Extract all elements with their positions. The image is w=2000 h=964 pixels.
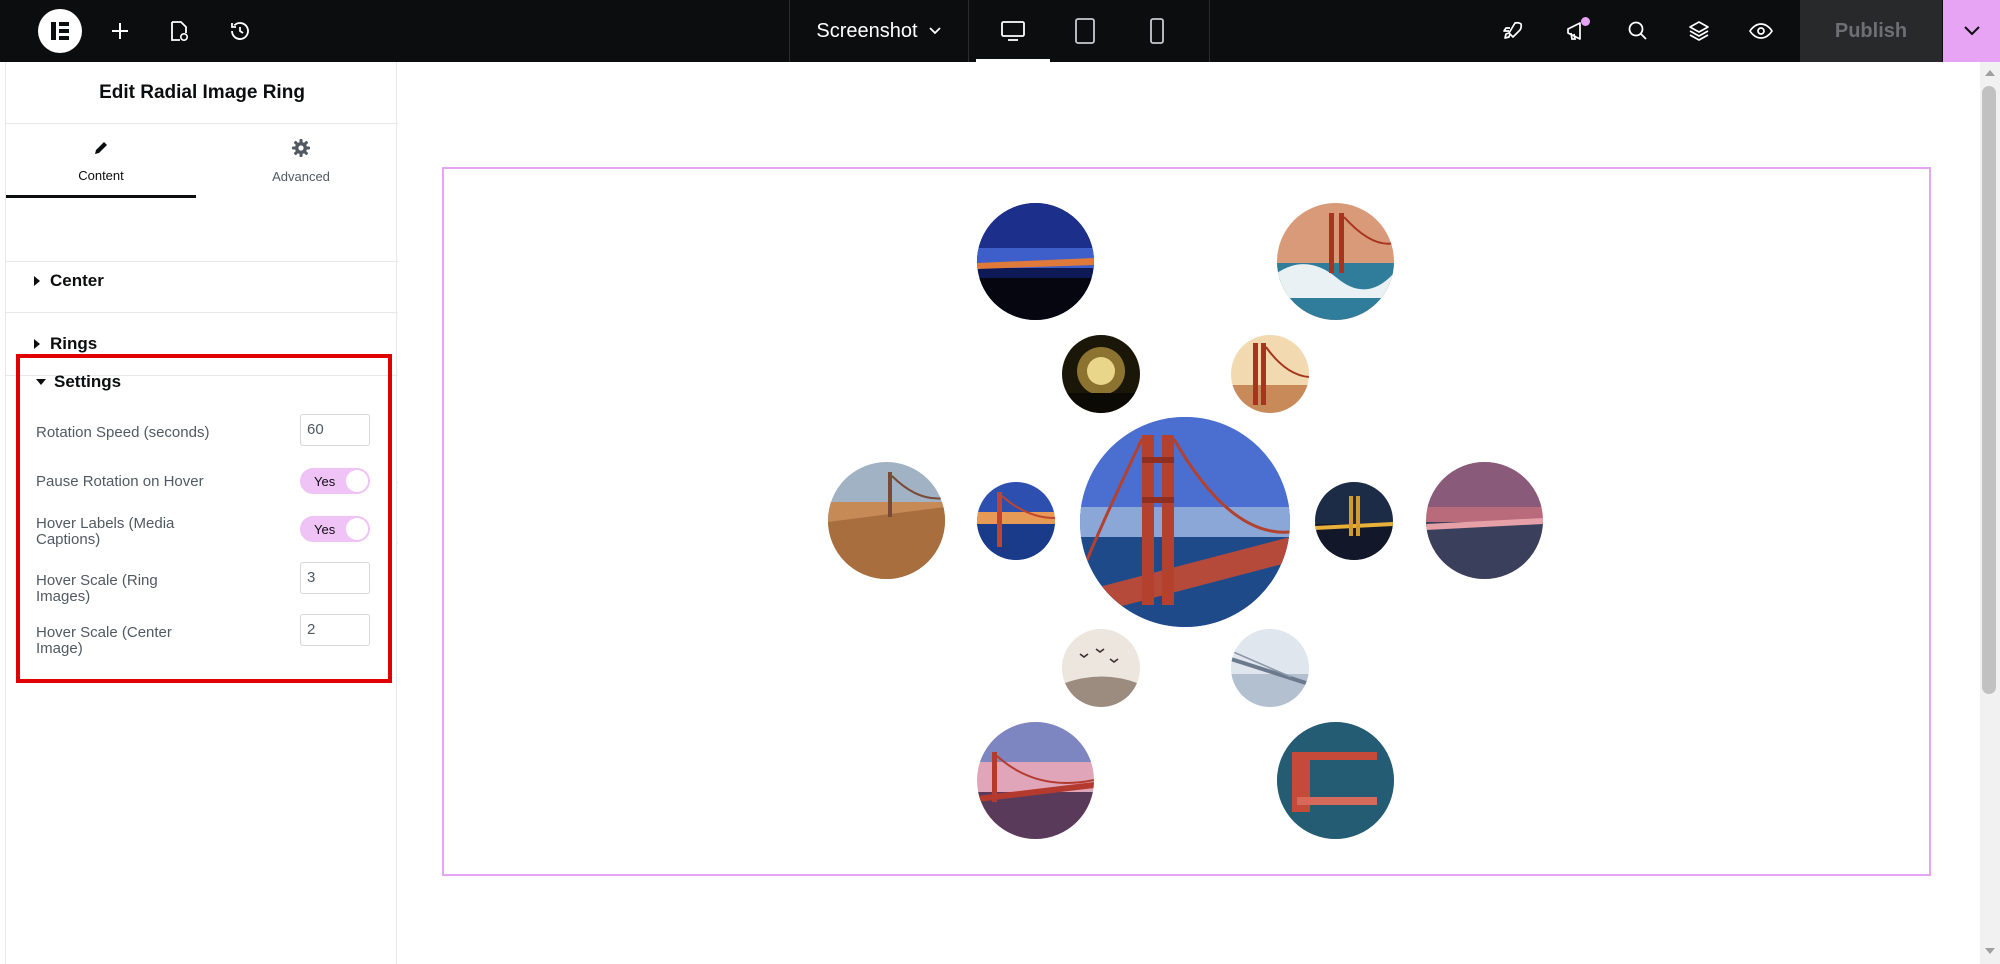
toggle-knob <box>346 518 368 540</box>
section-settings: Settings Rotation Speed (seconds) 60 Pau… <box>16 354 392 683</box>
hover-scale-ring-input[interactable]: 3 <box>300 562 370 594</box>
scrollbar-thumb[interactable] <box>1982 86 1996 694</box>
section-settings-label: Settings <box>54 372 122 391</box>
scroll-up-arrow-icon[interactable] <box>1985 70 1995 76</box>
tab-advanced-label: Advanced <box>272 169 330 184</box>
caret-down-icon <box>36 379 46 385</box>
mobile-icon[interactable] <box>1120 0 1194 62</box>
ring-image-pink-fog[interactable] <box>1426 462 1543 579</box>
editor-panel: Edit Radial Image Ring Content Advanced … <box>5 62 398 964</box>
device-switcher <box>970 0 1210 62</box>
page-settings-icon[interactable] <box>159 11 199 51</box>
rocket-icon[interactable] <box>1493 11 1533 51</box>
panel-tabs: Content Advanced <box>6 124 398 262</box>
ring-image-fog-bridge[interactable] <box>1231 629 1309 707</box>
megaphone-icon[interactable] <box>1556 11 1596 51</box>
panel-title: Edit Radial Image Ring <box>6 62 398 124</box>
pencil-icon <box>92 139 110 160</box>
section-center-label: Center <box>50 271 104 290</box>
ring-image-bridge-sunset[interactable] <box>977 482 1055 560</box>
ring-image-bridge-waves[interactable] <box>1277 203 1394 320</box>
publish-button[interactable]: Publish <box>1800 0 1942 62</box>
ring-image-night-city[interactable] <box>977 203 1094 320</box>
caret-right-icon <box>34 339 40 349</box>
notification-dot <box>1581 17 1590 26</box>
tab-advanced[interactable]: Advanced <box>206 124 396 198</box>
search-icon[interactable] <box>1618 11 1658 51</box>
document-name: Screenshot <box>816 19 918 42</box>
pause-rotation-toggle-label: Yes <box>314 474 336 489</box>
section-rings-label: Rings <box>50 334 98 353</box>
layers-icon[interactable] <box>1679 11 1719 51</box>
ring-image-bridge-night-lights[interactable] <box>1315 482 1393 560</box>
ring-image-birds[interactable] <box>1062 629 1140 707</box>
desktop-icon[interactable] <box>976 0 1050 62</box>
hover-labels-toggle-label: Yes <box>314 522 336 537</box>
hover-scale-center-label: Hover Scale (Center Image) <box>36 624 172 657</box>
toggle-knob <box>346 470 368 492</box>
section-center[interactable]: Center <box>6 250 398 313</box>
history-icon[interactable] <box>220 11 260 51</box>
rotation-speed-input[interactable]: 60 <box>300 414 370 446</box>
rotation-speed-label: Rotation Speed (seconds) <box>36 424 210 441</box>
ring-image-hillside-town[interactable] <box>828 462 945 579</box>
tab-content-label: Content <box>78 168 124 183</box>
pause-rotation-label: Pause Rotation on Hover <box>36 473 204 490</box>
eye-icon[interactable] <box>1741 11 1781 51</box>
hover-labels-label: Hover Labels (Media Captions) <box>36 515 175 548</box>
golden-gate-bridge-center[interactable] <box>1080 417 1290 627</box>
hover-labels-toggle[interactable]: Yes <box>300 516 370 542</box>
ring-image-sunset-tower[interactable] <box>1231 335 1309 413</box>
caret-right-icon <box>34 276 40 286</box>
hover-scale-center-input[interactable]: 2 <box>300 614 370 646</box>
scroll-down-arrow-icon[interactable] <box>1985 948 1995 954</box>
pause-rotation-toggle[interactable]: Yes <box>300 468 370 494</box>
chevron-down-icon <box>928 26 942 36</box>
elementor-logo-icon[interactable] <box>38 9 82 53</box>
top-bar: Screenshot Publish <box>0 0 2000 62</box>
hover-scale-ring-label: Hover Scale (Ring Images) <box>36 572 158 605</box>
document-switcher[interactable]: Screenshot <box>789 0 969 62</box>
gear-icon <box>291 138 311 161</box>
publish-options-button[interactable] <box>1943 0 2000 62</box>
ring-image-bridge-from-below[interactable] <box>1277 722 1394 839</box>
ring-image-pink-sunset-bridge[interactable] <box>977 722 1094 839</box>
plus-icon[interactable] <box>100 11 140 51</box>
section-settings-header[interactable]: Settings <box>36 372 121 392</box>
tablet-icon[interactable] <box>1048 0 1122 62</box>
tab-content[interactable]: Content <box>6 124 196 198</box>
ring-image-golden-glow[interactable] <box>1062 335 1140 413</box>
